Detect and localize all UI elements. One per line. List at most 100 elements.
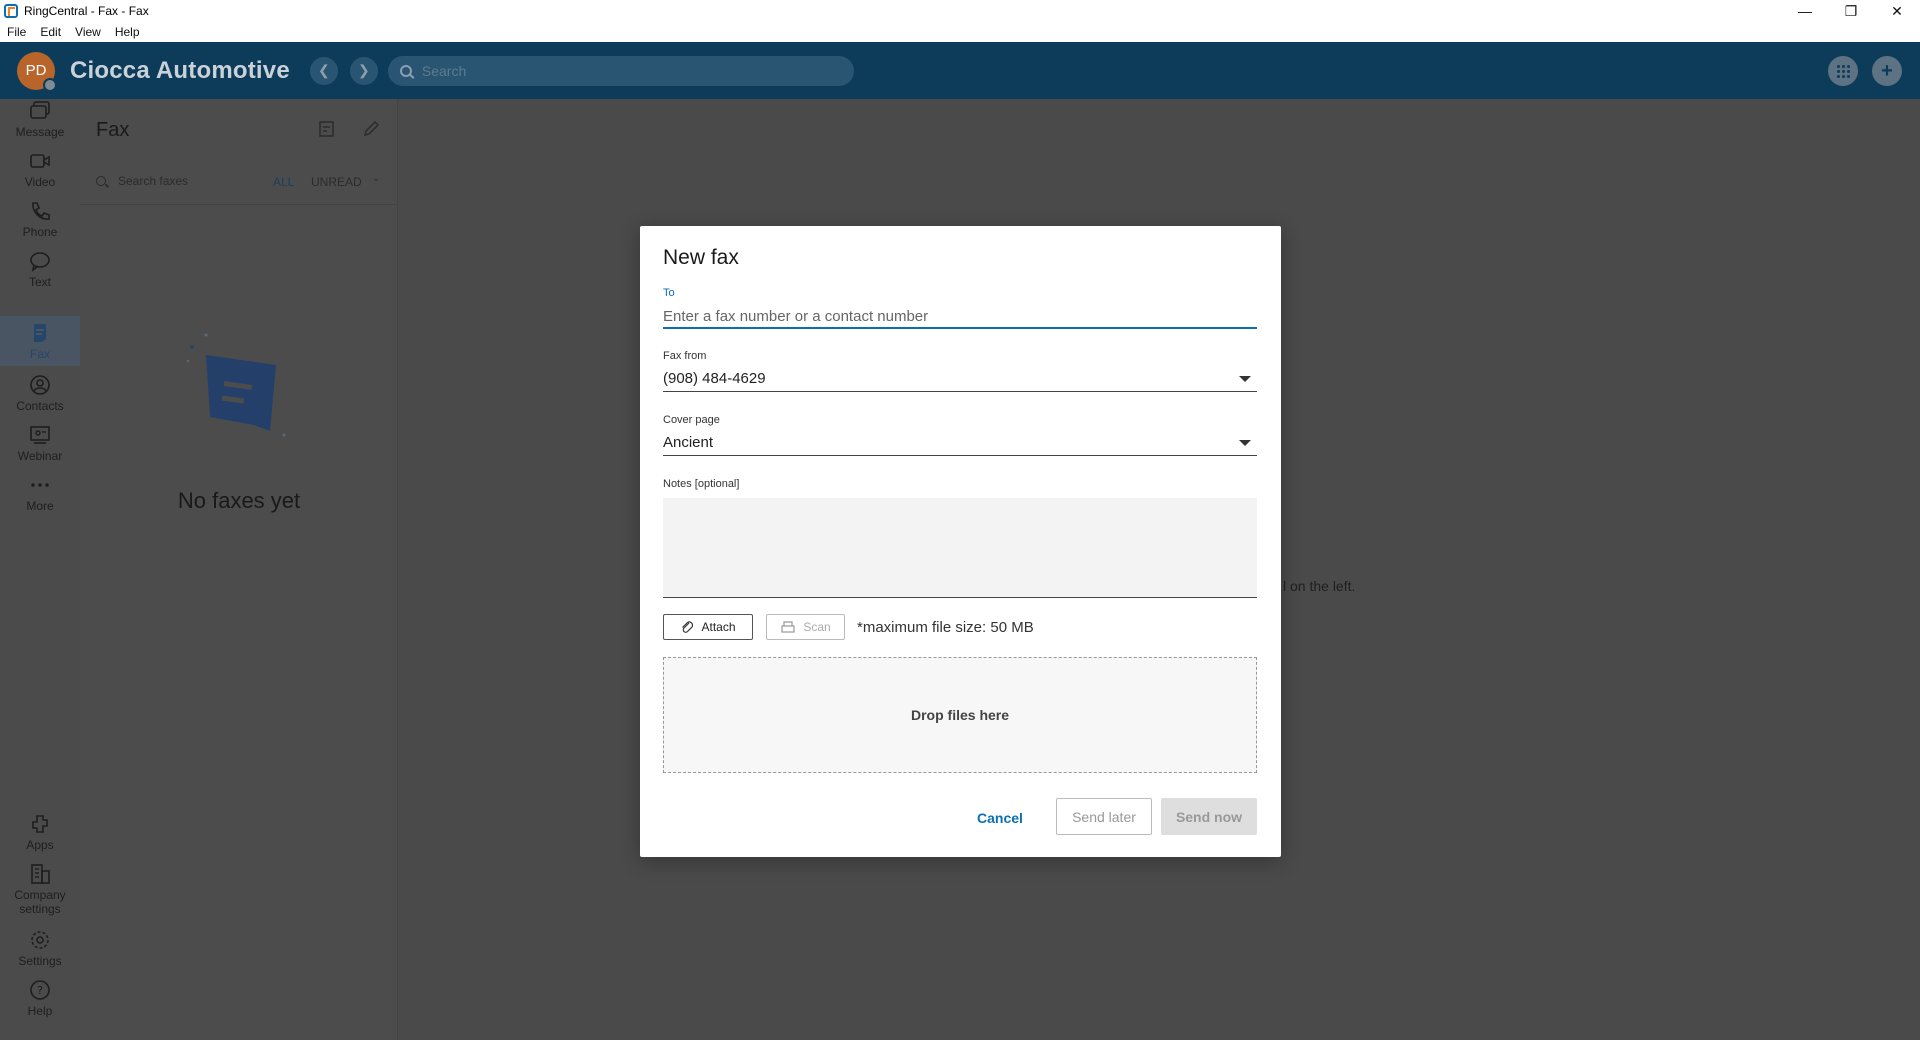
minimize-button[interactable]: — <box>1782 0 1828 22</box>
restore-button[interactable]: ❐ <box>1828 0 1874 22</box>
more-icon <box>28 473 52 497</box>
mark-read-button[interactable] <box>317 119 337 144</box>
nav-more[interactable]: More <box>0 473 80 519</box>
nav-apps-label: Apps <box>26 838 54 852</box>
send-now-button[interactable]: Send now <box>1161 798 1257 835</box>
search-icon <box>96 176 106 186</box>
file-dropzone[interactable]: Drop files here <box>663 657 1257 773</box>
fax-list-title: Fax <box>96 119 130 141</box>
nav-video-label: Video <box>24 175 56 189</box>
search-placeholder: Search <box>421 62 467 79</box>
main-hint-text: l on the left. <box>1283 578 1356 594</box>
app-header: PD Ciocca Automotive ❮ ❯ Search + <box>0 42 1920 99</box>
empty-state-text: No faxes yet <box>177 488 301 513</box>
menu-help[interactable]: Help <box>108 25 147 39</box>
apps-icon <box>28 812 52 836</box>
ringcentral-app-icon <box>4 4 18 18</box>
back-button[interactable]: ❮ <box>309 56 338 85</box>
window-titlebar: RingCentral - Fax - Fax — ❐ ✕ <box>0 0 1920 22</box>
company-name: Ciocca Automotive <box>70 56 290 84</box>
gear-icon <box>28 928 52 952</box>
nav-webinar-label: Webinar <box>17 449 63 463</box>
header-actions: + <box>1828 56 1902 86</box>
dialog-title: New fax <box>663 246 739 269</box>
nav-webinar[interactable]: Webinar <box>0 423 80 469</box>
nav-help-label: Help <box>27 1004 53 1018</box>
left-navigation: Message Video Phone Text Fax Contacts We… <box>0 99 80 1040</box>
nav-video[interactable]: Video <box>0 149 80 195</box>
cover-page-select[interactable]: Ancient <box>663 430 1257 456</box>
webinar-icon <box>28 423 52 447</box>
search-icon <box>399 64 412 77</box>
avatar-initials: PD <box>25 62 47 79</box>
scan-label: Scan <box>803 620 831 634</box>
nav-settings[interactable]: Settings <box>0 928 80 974</box>
menu-bar: File Edit View Help <box>0 22 1920 42</box>
nav-more-label: More <box>26 499 54 513</box>
cancel-button[interactable]: Cancel <box>970 800 1030 836</box>
menu-file[interactable]: File <box>0 25 33 39</box>
contacts-icon <box>28 373 52 397</box>
nav-contacts-label: Contacts <box>16 399 64 413</box>
send-later-button[interactable]: Send later <box>1056 798 1152 835</box>
nav-settings-label: Settings <box>18 954 62 968</box>
text-icon <box>28 249 52 273</box>
fax-search-input[interactable]: Search faxes <box>96 174 188 188</box>
fax-from-label: Fax from <box>663 350 707 362</box>
list-divider <box>80 204 398 205</box>
avatar[interactable]: PD <box>17 51 57 92</box>
new-action-button[interactable]: + <box>1872 56 1902 86</box>
nav-help[interactable]: ? Help <box>0 978 80 1024</box>
nav-text[interactable]: Text <box>0 249 80 295</box>
svg-text:?: ? <box>37 984 43 997</box>
company-settings-icon <box>28 862 52 886</box>
attach-label: Attach <box>701 620 736 634</box>
chevron-left-icon: ❮ <box>318 62 330 78</box>
new-fax-dialog: New fax To Fax from (908) 484-4629 Cover… <box>640 226 1281 857</box>
forward-button[interactable]: ❯ <box>349 56 378 85</box>
to-input[interactable] <box>663 306 1257 329</box>
plus-icon: + <box>1881 59 1893 82</box>
window-title: RingCentral - Fax - Fax <box>24 4 149 18</box>
filter-all-tab[interactable]: ALL <box>273 175 294 189</box>
menu-view[interactable]: View <box>68 25 108 39</box>
compose-fax-button[interactable] <box>361 119 381 144</box>
window-controls: — ❐ ✕ <box>1782 0 1920 22</box>
global-search-input[interactable]: Search <box>387 55 854 86</box>
max-file-size-text: *maximum file size: 50 MB <box>857 619 1034 636</box>
mark-read-icon <box>319 121 334 137</box>
nav-company-settings-label: Company settings <box>14 888 66 916</box>
fax-from-select[interactable]: (908) 484-4629 <box>663 366 1257 392</box>
empty-fax-illustration <box>184 331 294 446</box>
dialpad-button[interactable] <box>1828 56 1858 86</box>
nav-text-label: Text <box>28 275 51 289</box>
scanner-icon <box>781 621 795 633</box>
nav-contacts[interactable]: Contacts <box>0 373 80 419</box>
nav-phone-label: Phone <box>22 225 58 239</box>
attach-button[interactable]: Attach <box>663 614 753 640</box>
caret-down-icon <box>1239 375 1251 382</box>
chevron-right-icon: ❯ <box>358 62 370 78</box>
presence-indicator-icon <box>43 77 57 92</box>
nav-company-settings[interactable]: Company settings <box>0 862 80 922</box>
notes-textarea[interactable] <box>663 498 1257 598</box>
menu-edit[interactable]: Edit <box>33 25 68 39</box>
message-icon <box>28 99 52 123</box>
cover-page-value: Ancient <box>663 434 714 451</box>
nav-phone[interactable]: Phone <box>0 199 80 245</box>
pencil-icon <box>363 120 380 137</box>
help-icon: ? <box>28 978 52 1002</box>
nav-message-label: Message <box>15 125 65 139</box>
nav-fax[interactable]: Fax <box>0 316 80 366</box>
scan-button[interactable]: Scan <box>766 614 845 640</box>
fax-list-pane: Fax Search faxes ALL UNREAD ⌄ No faxes y… <box>80 99 398 1040</box>
nav-apps[interactable]: Apps <box>0 812 80 858</box>
nav-message[interactable]: Message <box>0 99 80 145</box>
notes-label: Notes [optional] <box>663 478 740 490</box>
close-window-button[interactable]: ✕ <box>1874 0 1920 22</box>
filter-unread-tab[interactable]: UNREAD <box>311 175 362 189</box>
dialpad-icon <box>1836 64 1850 78</box>
chevron-down-icon[interactable]: ⌄ <box>372 173 380 184</box>
fax-search-placeholder: Search faxes <box>118 174 189 188</box>
fax-from-value: (908) 484-4629 <box>663 370 766 387</box>
